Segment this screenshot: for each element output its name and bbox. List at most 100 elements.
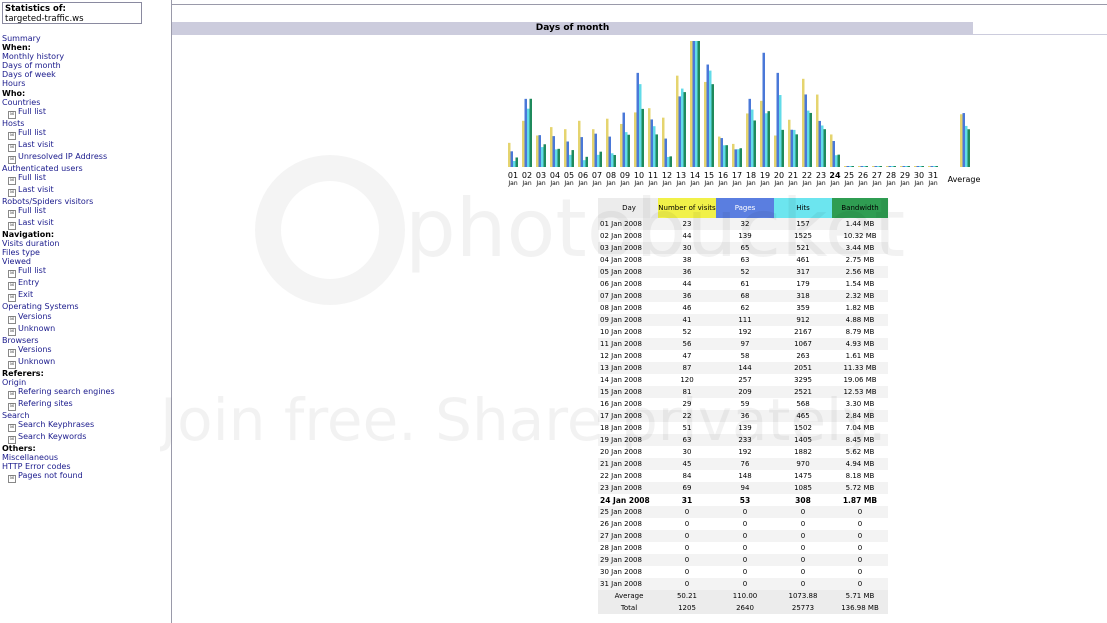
- menu-link[interactable]: Viewed: [2, 257, 115, 266]
- bar-hits-04: [555, 149, 558, 167]
- cell-hits: 317: [774, 266, 832, 278]
- menu-sublink[interactable]: ⊞ Search Keywords: [2, 432, 115, 444]
- bar-number-of-visits-17: [732, 143, 735, 167]
- menu-sublink[interactable]: ⊞ Full list: [2, 128, 115, 140]
- bar-number-of-visits-25: [844, 166, 847, 167]
- menu-sublink-label: Unknown: [18, 356, 56, 366]
- cell-visits: 45: [658, 458, 716, 470]
- menu-link[interactable]: Robots/Spiders visitors: [2, 197, 115, 206]
- table-row: 24 Jan 2008 31 53 308 1.87 MB: [598, 494, 888, 506]
- menu-sublink[interactable]: ⊞ Versions: [2, 345, 115, 357]
- cell-pages: 192: [716, 326, 774, 338]
- cell-pages: 53: [716, 494, 774, 506]
- cell-hits: 1405: [774, 434, 832, 446]
- x-tick-label: 09: [620, 171, 630, 180]
- cell-day: 19 Jan 2008: [598, 434, 658, 446]
- bar-number-of-visits-19: [760, 100, 763, 167]
- menu-sublink[interactable]: ⊞ Pages not found: [2, 471, 115, 484]
- bar-bandwidth-15: [711, 84, 714, 167]
- cell-visits: 30: [658, 242, 716, 254]
- bar-bandwidth-11: [655, 134, 658, 167]
- table-row: 28 Jan 2008 0 0 0 0: [598, 542, 888, 554]
- x-tick-sublabel: Jan: [787, 180, 797, 187]
- table-row: 30 Jan 2008 0 0 0 0: [598, 566, 888, 578]
- bar-number-of-visits-07: [592, 129, 595, 167]
- menu-sublink[interactable]: ⊞ Full list: [2, 266, 115, 279]
- cell-visits: 0: [658, 554, 716, 566]
- cell-visits: 69: [658, 482, 716, 494]
- cell-pages: 62: [716, 302, 774, 314]
- cell-visits: 0: [658, 530, 716, 542]
- menu-sublink[interactable]: ⊞ Refering search engines: [2, 387, 115, 399]
- menu-link[interactable]: Days of month: [2, 61, 115, 70]
- menu-link[interactable]: Monthly history: [2, 52, 115, 61]
- expand-icon: ⊞: [8, 475, 16, 484]
- menu-sublink[interactable]: ⊞ Last visit: [2, 140, 115, 152]
- cell-visits: 29: [658, 398, 716, 410]
- cell-visits: 81: [658, 386, 716, 398]
- menu-link[interactable]: Operating Systems: [2, 302, 115, 311]
- expand-icon: ⊞: [8, 222, 16, 231]
- table-row: 10 Jan 2008 52 192 2167 8.79 MB: [598, 326, 888, 338]
- cell-hits: 521: [774, 242, 832, 254]
- cell-day: 17 Jan 2008: [598, 410, 658, 422]
- menu-sublink[interactable]: ⊞ Exit: [2, 290, 115, 303]
- menu-sublink[interactable]: ⊞ Full list: [2, 206, 115, 219]
- cell-bandwidth: 11.33 MB: [832, 362, 888, 374]
- menu-sublink[interactable]: ⊞ Unknown: [2, 357, 115, 369]
- cell-bandwidth: 2.32 MB: [832, 290, 888, 302]
- menu-sublink[interactable]: ⊞ Versions: [2, 312, 115, 324]
- cell-hits: 0: [774, 506, 832, 518]
- site-info-box: Statistics of: targeted-traffic.ws: [2, 2, 142, 24]
- expand-icon: ⊞: [8, 143, 16, 152]
- bar-hits-02: [527, 108, 530, 167]
- menu-sublink[interactable]: ⊞ Unknown: [2, 324, 115, 336]
- site-name: targeted-traffic.ws: [5, 14, 84, 24]
- days-of-month-table: Day Number of visits Pages Hits Bandwidt…: [598, 198, 888, 614]
- menu-sublink[interactable]: ⊞ Last visit: [2, 185, 115, 197]
- bar-hits-08: [611, 153, 614, 167]
- menu-sublink[interactable]: ⊞ Entry: [2, 278, 115, 291]
- menu-link[interactable]: Miscellaneous: [2, 453, 115, 462]
- x-tick-sublabel: Jan: [745, 180, 755, 187]
- table-row: 27 Jan 2008 0 0 0 0: [598, 530, 888, 542]
- menu-link[interactable]: Files type: [2, 248, 115, 257]
- bar-bandwidth-21: [795, 134, 798, 167]
- menu-link[interactable]: Summary: [2, 34, 115, 43]
- menu-link[interactable]: Countries: [2, 98, 115, 107]
- menu-link[interactable]: Authenticated users: [2, 164, 115, 173]
- bar-bandwidth-31: [935, 166, 938, 167]
- cell-visits: 23: [658, 218, 716, 230]
- menu-link[interactable]: Browsers: [2, 336, 115, 345]
- x-tick-label: 26: [858, 171, 868, 180]
- menu-sublink[interactable]: ⊞ Search Keyphrases: [2, 420, 115, 432]
- menu-link[interactable]: Hours: [2, 79, 115, 88]
- menu-link[interactable]: Search: [2, 411, 115, 420]
- cell-pages: 0: [716, 566, 774, 578]
- cell-bandwidth: 1.54 MB: [832, 278, 888, 290]
- menu-link[interactable]: Hosts: [2, 119, 115, 128]
- cell-visits: 0: [658, 542, 716, 554]
- cell-bandwidth: 8.45 MB: [832, 434, 888, 446]
- bar-number-of-visits-08: [606, 118, 609, 167]
- menu-link[interactable]: Origin: [2, 378, 115, 387]
- bar-pages-05: [566, 141, 569, 167]
- menu-sublink-label: Pages not found: [18, 471, 83, 481]
- bar-hits-13: [681, 88, 684, 167]
- menu-sublink[interactable]: ⊞ Full list: [2, 107, 115, 119]
- menu-sublink[interactable]: ⊞ Unresolved IP Address: [2, 152, 115, 164]
- menu-sublink[interactable]: ⊞ Full list: [2, 173, 115, 185]
- menu-link[interactable]: HTTP Error codes: [2, 462, 115, 471]
- table-row: 15 Jan 2008 81 209 2521 12.53 MB: [598, 386, 888, 398]
- x-tick-sublabel: Jan: [591, 180, 601, 187]
- menu-link[interactable]: Visits duration: [2, 239, 115, 248]
- x-tick-label: 13: [676, 171, 686, 180]
- bar-number-of-visits-23: [816, 94, 819, 167]
- x-tick-label: 18: [746, 171, 756, 180]
- menu-heading: Referers:: [2, 368, 44, 378]
- cell-hits: 157: [774, 218, 832, 230]
- average-visits: 50.21: [658, 590, 716, 602]
- menu-sublink[interactable]: ⊞ Last visit: [2, 218, 115, 231]
- menu-link[interactable]: Days of week: [2, 70, 115, 79]
- menu-sublink[interactable]: ⊞ Refering sites: [2, 399, 115, 411]
